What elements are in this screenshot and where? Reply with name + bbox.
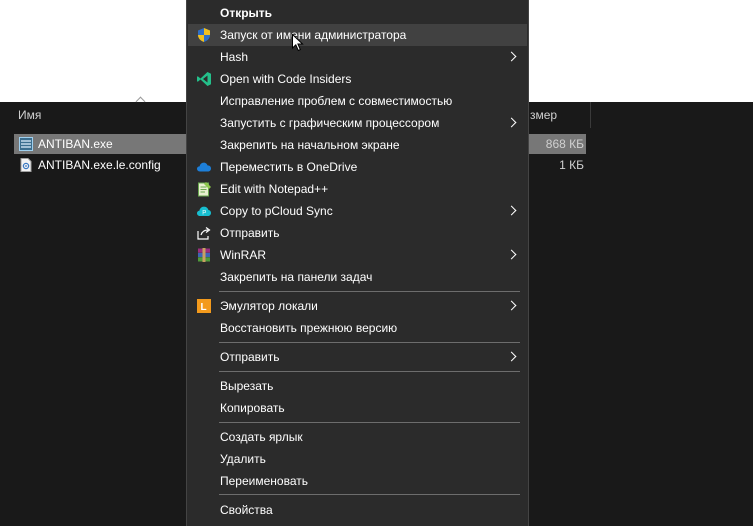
file-name: ANTIBAN.exe (38, 137, 113, 151)
menu-item-create-shortcut[interactable]: Создать ярлык (188, 426, 527, 448)
menu-item-hash[interactable]: Hash (188, 46, 527, 68)
menu-item-run-with-gpu[interactable]: Запустить с графическим процессором (188, 112, 527, 134)
menu-item-label: Запуск от имени администратора (220, 28, 407, 42)
menu-separator (219, 494, 520, 495)
menu-item-copy-to-pcloud[interactable]: P Copy to pCloud Sync (188, 200, 527, 222)
menu-item-label: Copy to pCloud Sync (220, 204, 333, 218)
menu-item-move-to-onedrive[interactable]: Переместить в OneDrive (188, 156, 527, 178)
context-menu: Открыть Запуск от имени администратора H… (186, 0, 529, 526)
menu-item-label: Создать ярлык (220, 430, 303, 444)
chevron-right-icon (506, 205, 517, 216)
menu-item-label: Эмулятор локали (220, 299, 318, 313)
winrar-icon (198, 248, 210, 262)
menu-item-label: Запустить с графическим процессором (220, 116, 440, 130)
menu-item-run-as-admin[interactable]: Запуск от имени администратора (188, 24, 527, 46)
menu-item-label: Вырезать (220, 379, 274, 393)
menu-item-label: Переименовать (220, 474, 308, 488)
menu-item-open[interactable]: Открыть (188, 2, 527, 24)
menu-separator (219, 422, 520, 423)
menu-item-label: Восстановить прежнюю версию (220, 321, 398, 335)
onedrive-icon (197, 162, 211, 172)
chevron-right-icon (506, 300, 517, 311)
menu-item-label: Исправление проблем с совместимостью (220, 94, 453, 108)
menu-item-label: Отправить (220, 350, 280, 364)
column-divider[interactable] (590, 102, 591, 128)
menu-item-locale-emulator[interactable]: L Эмулятор локали (188, 295, 527, 317)
menu-item-label: Копировать (220, 401, 285, 415)
menu-item-label: Свойства (220, 503, 273, 517)
menu-item-edit-with-notepadpp[interactable]: Edit with Notepad++ (188, 178, 527, 200)
app-icon (19, 137, 33, 151)
chevron-right-icon (506, 351, 517, 362)
config-file-icon (20, 158, 32, 172)
locale-emulator-icon: L (197, 299, 211, 313)
menu-item-send-to[interactable]: Отправить (188, 346, 527, 368)
menu-item-label: Отправить (220, 226, 280, 240)
menu-item-share[interactable]: Отправить (188, 222, 527, 244)
menu-item-label: WinRAR (220, 248, 267, 262)
chevron-right-icon (506, 249, 517, 260)
chevron-right-icon (506, 117, 517, 128)
menu-item-cut[interactable]: Вырезать (188, 375, 527, 397)
mouse-cursor-icon (292, 34, 304, 52)
shield-icon (198, 28, 210, 42)
share-icon (197, 227, 211, 240)
pcloud-icon: P (197, 206, 211, 217)
menu-item-label: Удалить (220, 452, 266, 466)
svg-text:L: L (201, 302, 207, 313)
column-header-name[interactable]: Имя (18, 108, 41, 122)
column-header-size[interactable]: змер (530, 108, 557, 122)
menu-item-rename[interactable]: Переименовать (188, 470, 527, 492)
menu-item-copy[interactable]: Копировать (188, 397, 527, 419)
menu-item-label: Open with Code Insiders (220, 72, 352, 86)
chevron-right-icon (506, 51, 517, 62)
menu-item-properties[interactable]: Свойства (188, 499, 527, 521)
menu-item-label: Открыть (220, 6, 273, 20)
menu-item-pin-to-taskbar[interactable]: Закрепить на панели задач (188, 266, 527, 288)
file-name: ANTIBAN.exe.le.config (38, 158, 161, 172)
file-size: 1 КБ (559, 158, 584, 172)
menu-item-label: Закрепить на панели задач (220, 270, 373, 284)
menu-item-delete[interactable]: Удалить (188, 448, 527, 470)
menu-item-label: Закрепить на начальном экране (220, 138, 400, 152)
vscode-insiders-icon (197, 72, 211, 86)
menu-item-label: Hash (220, 50, 249, 64)
menu-separator (219, 291, 520, 292)
menu-separator (219, 371, 520, 372)
file-size: 868 КБ (545, 137, 584, 151)
menu-separator (219, 342, 520, 343)
menu-item-restore-previous-versions[interactable]: Восстановить прежнюю версию (188, 317, 527, 339)
menu-item-troubleshoot-compatibility[interactable]: Исправление проблем с совместимостью (188, 90, 527, 112)
menu-item-label: Переместить в OneDrive (220, 160, 358, 174)
svg-text:P: P (202, 211, 206, 217)
notepadpp-icon (198, 182, 211, 197)
menu-item-winrar[interactable]: WinRAR (188, 244, 527, 266)
menu-item-label: Edit with Notepad++ (220, 182, 329, 196)
menu-item-pin-to-start[interactable]: Закрепить на начальном экране (188, 134, 527, 156)
menu-item-open-with-code-insiders[interactable]: Open with Code Insiders (188, 68, 527, 90)
